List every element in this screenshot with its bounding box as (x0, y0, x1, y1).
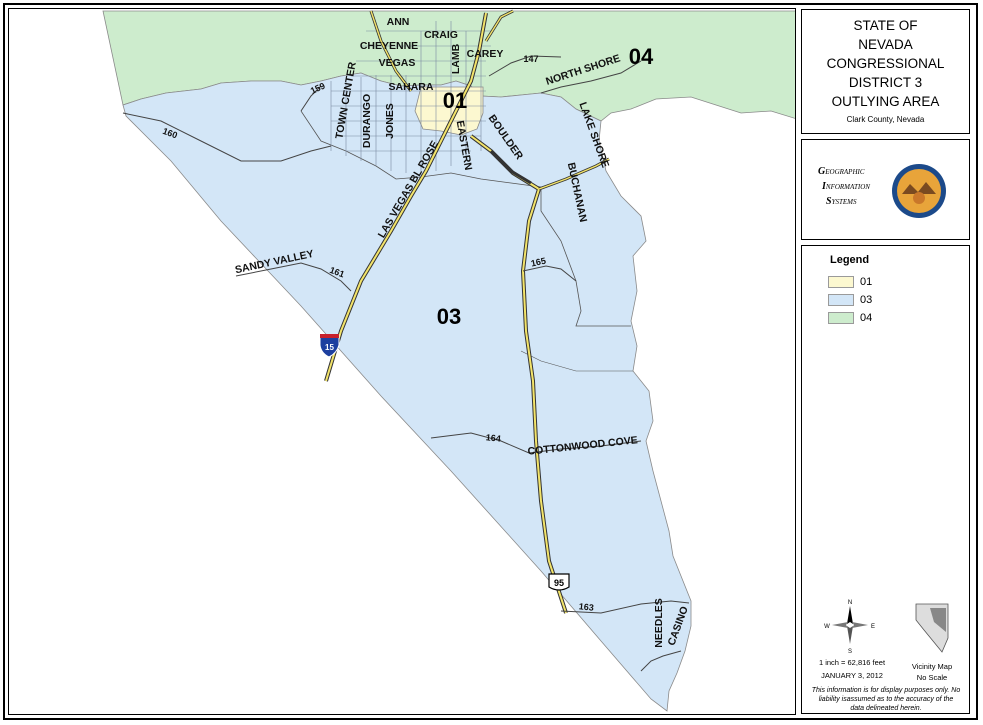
legend-item-03: 03 (828, 294, 872, 306)
title-box: STATE OF NEVADA CONGRESSIONAL DISTRICT 3… (801, 9, 970, 134)
i15-label: 15 (325, 343, 334, 352)
district-01-label: 01 (443, 88, 467, 113)
district-04-label: 04 (629, 44, 654, 69)
date-text: JANUARY 3, 2012 (821, 671, 883, 680)
vicinity-line-2: No Scale (916, 673, 948, 682)
title-line-1: STATE OF (853, 18, 918, 33)
title-line-5: OUTLYING AREA (831, 94, 940, 109)
route-164-label: 164 (485, 432, 501, 444)
clark-county-seal-icon (892, 164, 946, 218)
district-03-label: 03 (437, 304, 461, 329)
label-needles: NEEDLES (653, 598, 665, 648)
map-title: STATE OF NEVADA CONGRESSIONAL DISTRICT 3… (802, 16, 969, 111)
label-carey: CAREY (467, 48, 504, 60)
north-arrow-icon: N S W E (824, 600, 875, 654)
legend-box: Legend 01 03 04 N S W E 1 inch = 62,816 … (801, 245, 970, 714)
gis-line-2: INFORMATION (822, 181, 870, 192)
title-line-3: CONGRESSIONAL (826, 56, 945, 71)
district-map: 15 95 01 03 04 ANN CRAIG CHEYENNE CAREY … (102, 9, 795, 712)
legend-swatch-04 (828, 312, 854, 324)
district-03-area (122, 72, 692, 712)
us95-label: 95 (554, 578, 564, 588)
label-vegas: VEGAS (379, 57, 416, 69)
gis-line-1: GEOGRAPHIC (818, 166, 865, 177)
route-163-label: 163 (578, 601, 594, 613)
label-cheyenne: CHEYENNE (360, 40, 418, 52)
legend-swatch-03 (828, 294, 854, 306)
label-sahara: SAHARA (389, 81, 434, 93)
svg-text:N: N (848, 600, 852, 606)
gis-line-3: SYSTEMS (826, 196, 857, 207)
svg-text:S: S (848, 649, 852, 654)
vicinity-map-icon (915, 603, 949, 653)
label-durango: DURANGO (361, 94, 373, 148)
title-line-2: NEVADA (858, 37, 913, 52)
legend-item-04: 04 (828, 312, 872, 324)
svg-text:E: E (871, 624, 875, 630)
vicinity-line-1: Vicinity Map (911, 662, 953, 671)
label-craig: CRAIG (424, 29, 458, 41)
title-line-4: DISTRICT 3 (848, 75, 923, 90)
logo-box: GEOGRAPHIC INFORMATION SYSTEMS (801, 139, 970, 240)
us95-shield: 95 (548, 573, 570, 591)
label-lamb: LAMB (450, 43, 462, 74)
disclaimer: This information is for display purposes… (811, 687, 961, 712)
label-jones: JONES (384, 103, 396, 139)
legend-title: Legend (830, 254, 870, 266)
map-panel: 15 95 01 03 04 ANN CRAIG CHEYENNE CAREY … (8, 8, 796, 715)
scale-text: 1 inch = 62,816 feet (818, 658, 886, 667)
legend-item-01: 01 (828, 276, 872, 288)
label-ann: ANN (387, 16, 410, 28)
map-subtitle: Clark County, Nevada (846, 115, 925, 124)
svg-text:W: W (824, 624, 830, 630)
route-147-label: 147 (523, 54, 538, 64)
legend-swatch-01 (828, 276, 854, 288)
